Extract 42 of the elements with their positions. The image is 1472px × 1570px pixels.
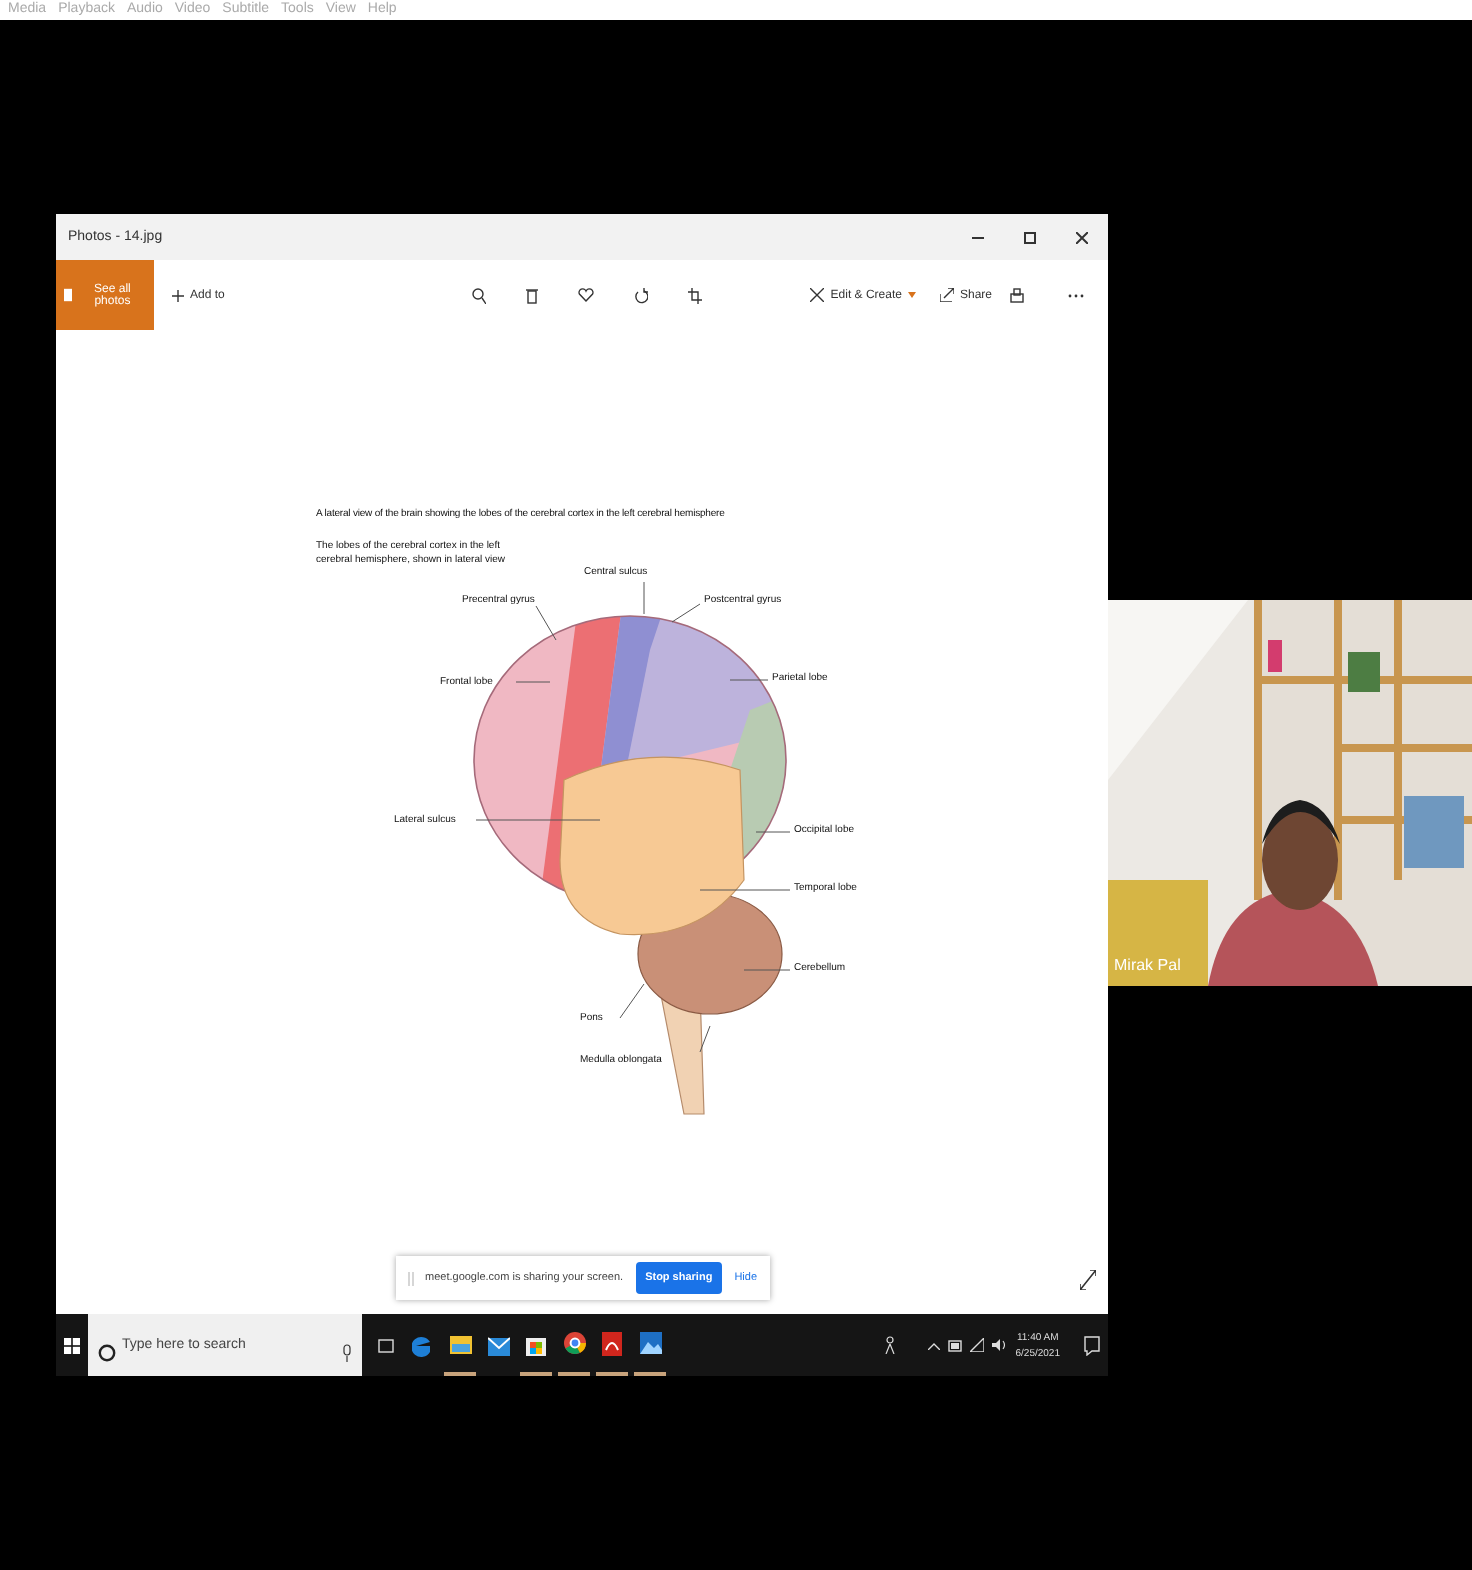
close-icon[interactable]: [1076, 231, 1088, 243]
photo-icon[interactable]: [639, 1332, 661, 1354]
wifi-icon[interactable]: [969, 1338, 984, 1352]
participant-name: Mirak Pal: [1114, 956, 1181, 974]
heart-icon[interactable]: [578, 287, 595, 301]
expand-icon[interactable]: [1080, 1270, 1096, 1290]
print-icon[interactable]: [1010, 287, 1024, 303]
crop-icon[interactable]: [688, 287, 703, 303]
plus-icon: [172, 289, 184, 301]
leader-line: [729, 679, 769, 681]
leader-line: [643, 581, 645, 615]
microphone-icon: [342, 1344, 352, 1362]
minimize-icon[interactable]: [972, 231, 984, 243]
leader-line: [699, 1025, 711, 1053]
leader-line: [515, 681, 551, 683]
notification-icon[interactable]: [1084, 1335, 1100, 1355]
photo-icon: [64, 288, 73, 302]
folder-icon[interactable]: [449, 1333, 471, 1353]
zoom-icon[interactable]: [472, 287, 487, 303]
leader-line: [743, 969, 791, 971]
leader-line: [535, 605, 557, 641]
leader-line: [475, 819, 601, 821]
battery-icon[interactable]: [947, 1339, 962, 1351]
mail-icon[interactable]: [487, 1335, 509, 1355]
pdf-icon[interactable]: [602, 1331, 622, 1355]
person-icon[interactable]: [881, 1336, 896, 1354]
volume-icon[interactable]: [991, 1338, 1008, 1352]
rotate-icon[interactable]: [634, 287, 649, 303]
chevron-up-icon[interactable]: [927, 1341, 940, 1349]
windows-icon[interactable]: [64, 1337, 80, 1353]
leader-line: [619, 983, 645, 1019]
caret-icon: [907, 292, 916, 298]
cortana-circle-icon: [98, 1344, 116, 1362]
delete-icon[interactable]: [526, 287, 539, 303]
maximize-icon[interactable]: [1024, 231, 1036, 243]
leader-line: [755, 831, 791, 833]
chrome-icon[interactable]: [563, 1332, 585, 1354]
task-view-icon[interactable]: [378, 1337, 394, 1353]
drag-handle-icon[interactable]: [407, 1271, 413, 1285]
leader-line: [671, 603, 701, 623]
leader-line: [699, 889, 791, 891]
share-icon: [939, 288, 954, 302]
